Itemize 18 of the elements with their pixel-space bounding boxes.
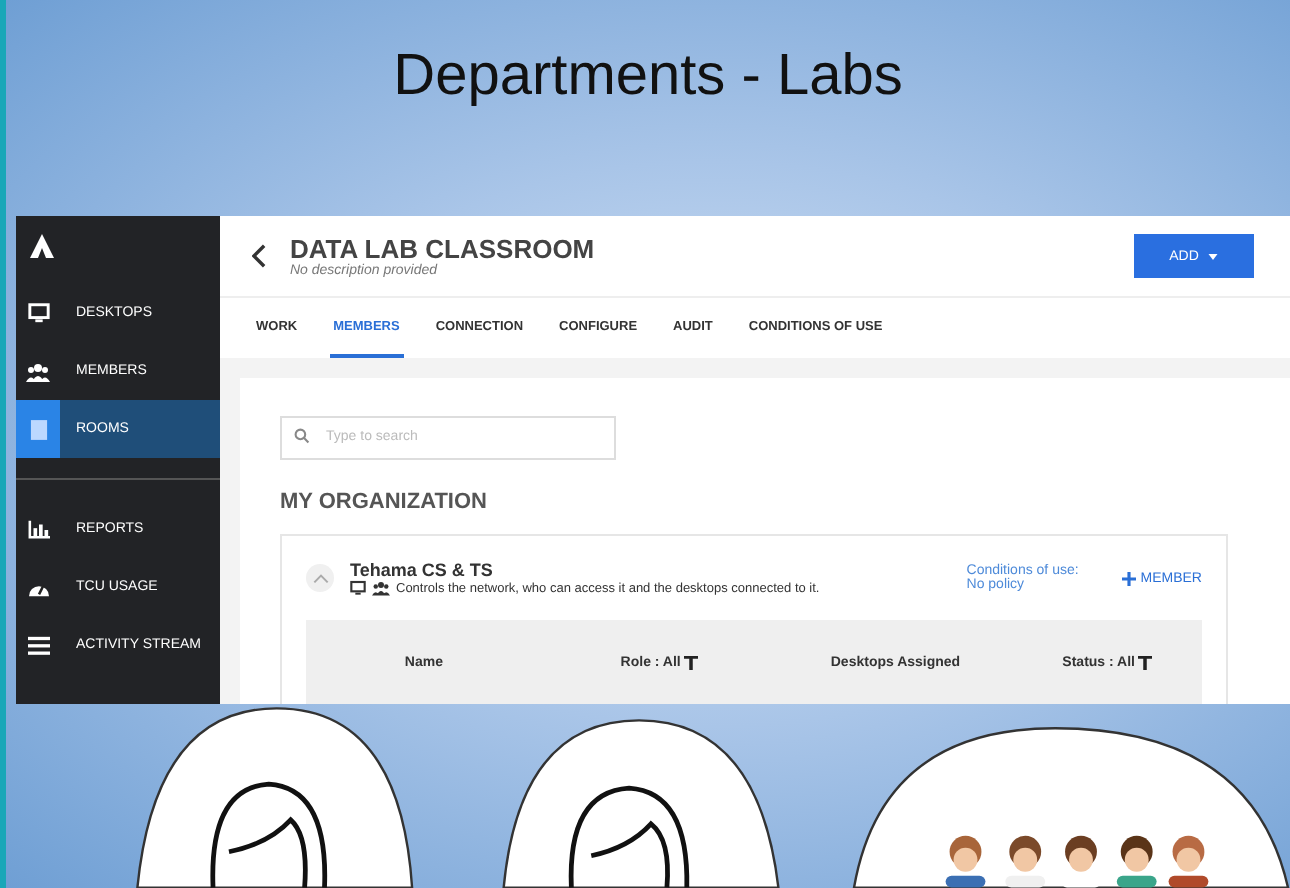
back-icon[interactable] — [252, 244, 266, 268]
people-icon — [372, 580, 390, 596]
filter-icon — [684, 655, 699, 669]
menu-icon — [27, 635, 49, 655]
filter-icon — [1138, 655, 1153, 669]
monitor-icon — [27, 302, 49, 324]
room-title: DATA LAB CLASSROOM — [290, 234, 597, 264]
monitor-icon — [350, 580, 366, 596]
people-icon — [26, 361, 50, 381]
section-title: MY ORGANIZATION — [280, 490, 489, 514]
organization-name: Tehama CS & TS — [350, 560, 495, 580]
caret-icon — [1208, 253, 1219, 259]
slide-title: Departments - Labs — [393, 44, 903, 110]
bar-chart-icon — [27, 519, 49, 539]
logo-icon — [28, 232, 56, 260]
person-silhouette-icon — [502, 719, 780, 888]
door-icon — [29, 417, 47, 441]
plus-icon — [1122, 571, 1137, 585]
